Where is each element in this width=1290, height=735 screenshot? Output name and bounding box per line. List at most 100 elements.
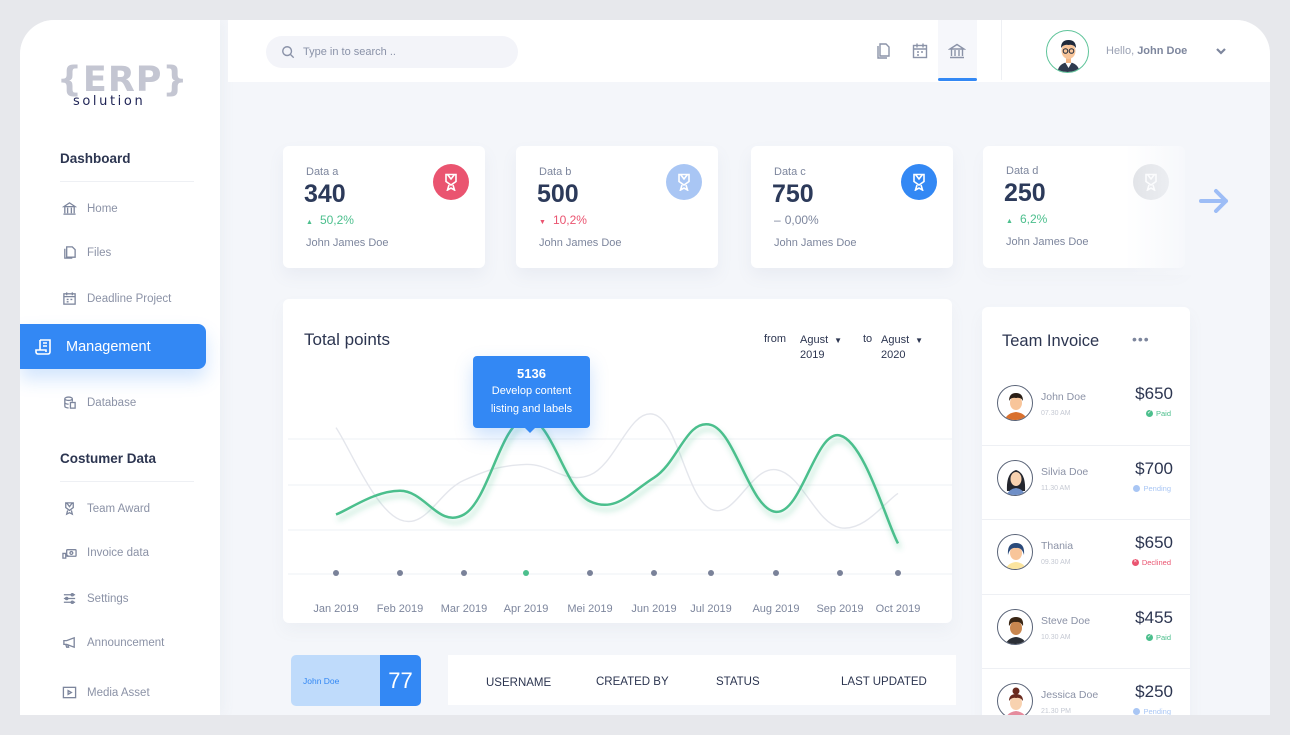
invoice-row[interactable]: Steve Doe 10.30 AM $455 ✓ Paid [982,595,1190,669]
invoice-amount: $650 [1135,384,1173,403]
section-title-customer-data: Costumer Data [60,451,157,466]
greeting-text: Hello, [1106,45,1135,57]
invoice-time: 07.30 AM [1041,410,1071,417]
stat-value: 340 [304,180,346,208]
tooltip-text-2: listing and labels [490,403,573,415]
x-axis-point[interactable] [587,570,593,576]
sidebar-item-label: Announcement [87,636,165,649]
more-options-icon[interactable]: ••• [1132,331,1150,347]
sidebar-item-label: Media Asset [87,686,150,699]
series-line-secondary [335,413,899,529]
stat-card-b[interactable]: Data b 500 ▼ 10,2% John James Doe [516,146,718,268]
status-pending-icon [1133,708,1141,715]
x-axis-point[interactable] [773,570,779,576]
invoice-row[interactable]: Silvia Doe 11.30 AM $700 Pending [982,446,1190,520]
sidebar-item-announcement[interactable]: Announcement [62,635,164,650]
divider [60,181,194,182]
search-input[interactable] [303,46,503,58]
status-badge: ✓ Paid [1145,409,1171,418]
stat-value: 500 [537,180,579,208]
stat-label: Data d [1006,165,1039,177]
sidebar-item-management[interactable]: Management [20,324,206,369]
status-paid-icon: ✓ [1145,410,1153,417]
x-axis-point[interactable] [895,570,901,576]
x-axis-point[interactable] [333,570,339,576]
invoice-row[interactable]: Thania 09.30 AM $650 × Declined [982,520,1190,594]
status-label: Paid [1155,409,1171,418]
sidebar-item-team-award[interactable]: Team Award [62,501,150,516]
team-invoice-card: Team Invoice ••• John Doe 07.30 AM $650 ✓ Pa… [982,307,1190,715]
status-badge: Pending [1133,484,1171,493]
status-badge: ✓ Paid [1145,632,1171,642]
divider [1001,20,1002,80]
invoice-time: 09.30 AM [1041,559,1071,566]
column-header-last-updated[interactable]: LAST UPDATED [841,676,927,688]
stat-value: 250 [1004,179,1046,207]
files-icon [64,246,76,259]
x-axis-point[interactable] [461,570,467,576]
stat-change: ▲ 50,2% [306,213,354,227]
invoice-row[interactable]: Jessica Doe 21.30 PM $250 Pending [982,669,1190,715]
x-axis-point[interactable] [651,570,657,576]
x-tick-label: Mei 2019 [567,603,612,615]
sidebar-item-settings[interactable]: Settings [62,591,129,606]
arrow-right-icon[interactable] [1198,187,1232,213]
top-files-button[interactable] [874,42,892,60]
avatar [997,608,1033,645]
invoice-name: Jessica Doe [1041,689,1099,701]
divider [982,593,1190,595]
status-label: Paid [1155,632,1171,642]
media-icon [62,686,77,699]
sidebar-item-label: Home [87,202,118,215]
divider [982,668,1190,669]
tooltip-value: 5136 [517,366,546,381]
column-header-created-by[interactable]: CREATED BY [596,676,669,688]
invoice-row[interactable]: John Doe 07.30 AM $650 ✓ Paid [982,371,1190,445]
x-axis-point[interactable] [708,570,714,576]
sidebar-item-files[interactable]: Files [62,245,111,260]
user-chip[interactable]: John Doe 77 [291,655,421,706]
stat-card-a[interactable]: Data a 340 ▲ 50,2% John James Doe [283,146,485,268]
sidebar-item-deadline-project[interactable]: Deadline Project [62,291,171,306]
sliders-icon [63,592,76,605]
logo-main: {ERP} [57,60,189,100]
sidebar-item-home[interactable]: Home [62,201,118,216]
database-icon [64,396,76,409]
stat-person: John James Doe [539,237,622,249]
sidebar-item-database[interactable]: Database [62,395,136,410]
award-icon [666,164,702,200]
invoice-name: Steve Doe [1041,614,1091,627]
stat-person: John James Doe [774,237,857,249]
topbar: Hello, John Doe [228,20,1270,82]
x-axis-point[interactable] [523,570,529,576]
stat-label: Data b [539,166,572,178]
invoice-name: Thania [1041,540,1074,552]
stat-change: ▲ 6,2% [1006,212,1047,226]
stat-change-value: 50,2% [319,213,354,227]
sidebar-item-invoice-data[interactable]: Invoice data [62,545,149,560]
column-header-username[interactable]: USERNAME [486,677,551,689]
chevron-down-icon[interactable] [1214,44,1228,58]
stat-card-c[interactable]: Data c 750 –0,00% John James Doe [751,146,953,268]
table-header: USERNAME CREATED BY STATUS LAST UPDATED [448,655,956,705]
bank-icon [947,43,967,59]
sidebar-item-label: Files [87,246,112,259]
invoice-amount: $250 [1135,682,1173,701]
column-header-status[interactable]: STATUS [716,676,760,688]
sidebar-item-label: Settings [87,592,129,605]
stat-label: Data c [774,166,806,178]
x-axis-point[interactable] [397,570,403,576]
avatar-illustration [1057,40,1080,72]
top-calendar-button[interactable] [911,42,929,60]
search-bar[interactable] [266,36,518,68]
stat-person: John James Doe [306,237,389,249]
scroll-icon [35,338,51,355]
user-avatar[interactable] [1046,30,1089,73]
chip-count: 77 [380,655,421,706]
top-bank-button[interactable] [947,42,967,60]
stat-label: Data a [306,166,339,178]
x-axis-point[interactable] [837,570,843,576]
stat-change-value: 10,2% [552,213,587,227]
invoice-title: Team Invoice [1002,332,1100,350]
sidebar-item-media-asset[interactable]: Media Asset [62,685,150,700]
